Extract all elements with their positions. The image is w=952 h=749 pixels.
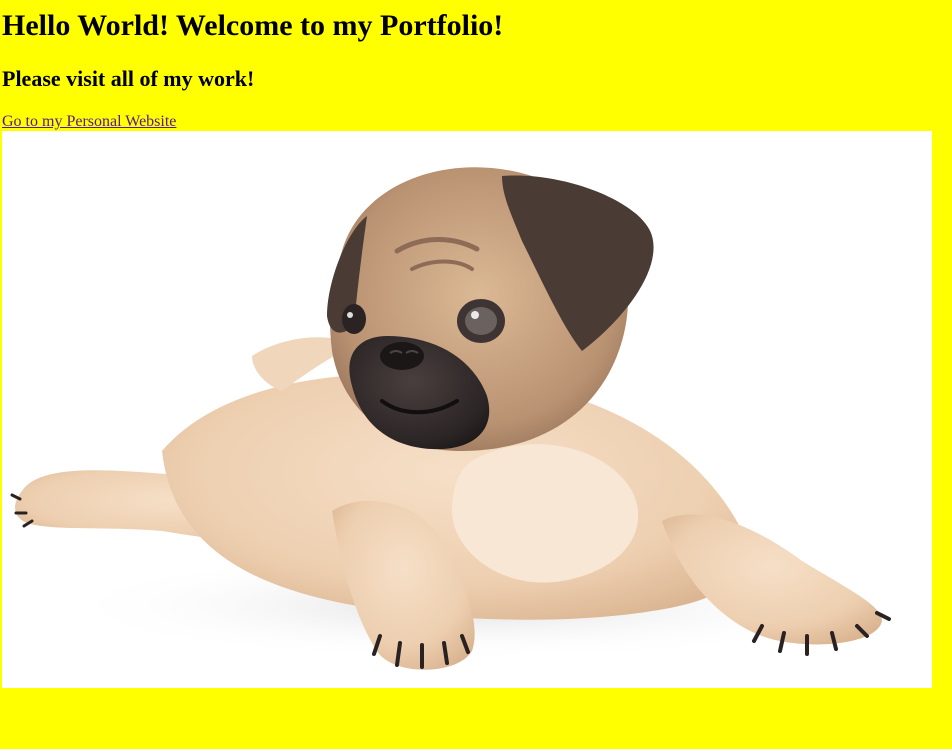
- pug-puppy-illustration: [2, 131, 932, 688]
- page-subtitle: Please visit all of my work!: [2, 66, 255, 91]
- portfolio-page: Hello World! Welcome to my Portfolio! Pl…: [0, 0, 952, 749]
- page-title: Hello World! Welcome to my Portfolio!: [2, 9, 504, 42]
- pug-puppy-image: [2, 131, 932, 688]
- personal-website-link[interactable]: Go to my Personal Website: [2, 113, 176, 131]
